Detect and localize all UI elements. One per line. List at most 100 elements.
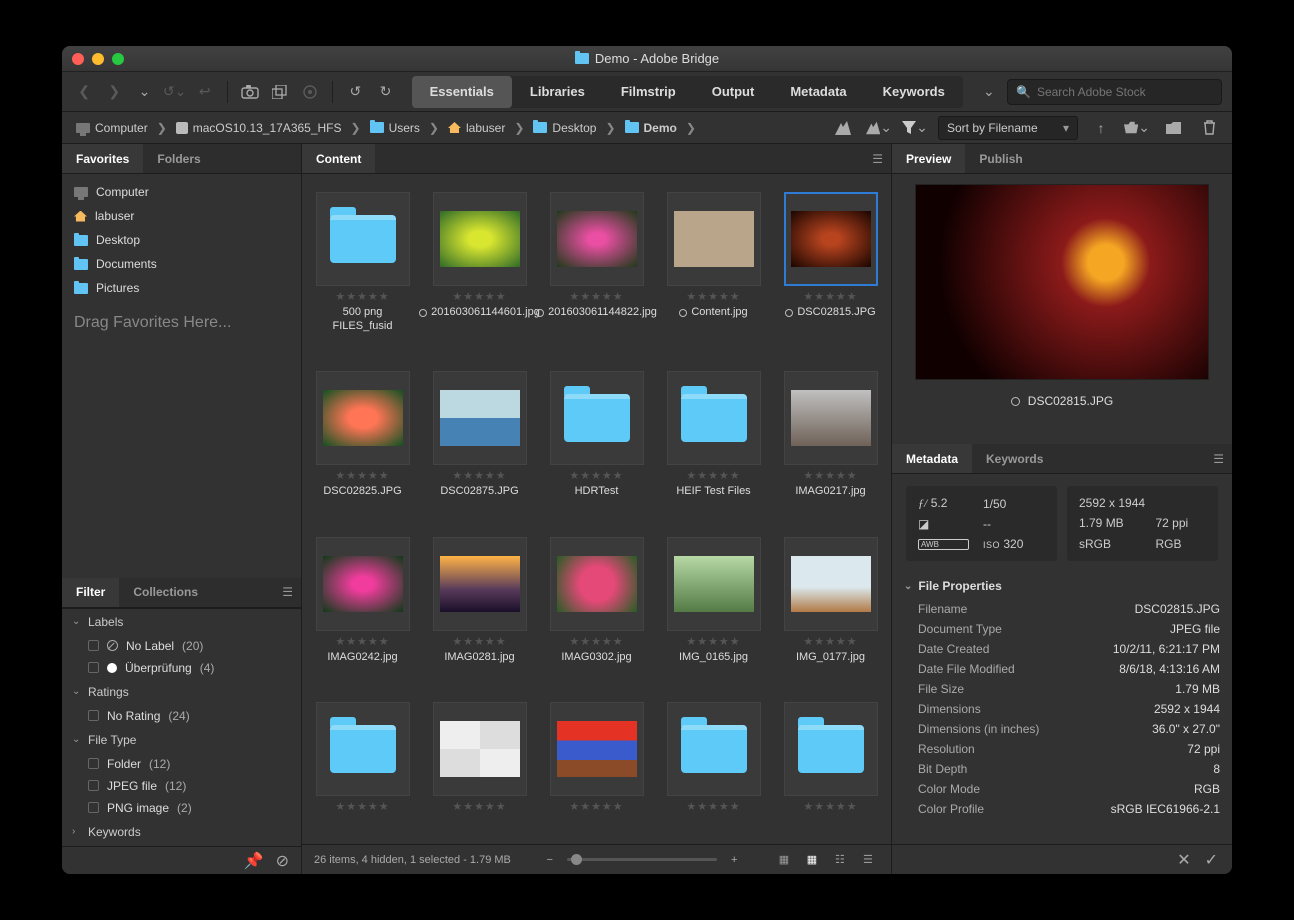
boomerang-button[interactable]: ↩ bbox=[193, 79, 217, 105]
rating-stars[interactable]: ★★★★★ bbox=[569, 469, 623, 482]
nav-parent-button[interactable]: ↺⌄ bbox=[163, 79, 187, 105]
rating-stars[interactable]: ★★★★★ bbox=[686, 635, 740, 648]
nav-back-button[interactable]: ❮ bbox=[72, 79, 96, 105]
metadata-apply-button[interactable]: ✓ bbox=[1205, 850, 1218, 870]
checkbox[interactable] bbox=[88, 802, 99, 813]
thumbnail-item[interactable]: ★★★★★ IMAG0281.jpg bbox=[429, 537, 530, 675]
rotate-ccw-button[interactable]: ↺ bbox=[343, 79, 367, 105]
tab-keywords[interactable]: Keywords bbox=[972, 444, 1057, 473]
filter-row[interactable]: JPEG file (12) bbox=[62, 775, 301, 797]
thumb-quality-dropdown[interactable]: ⌄ bbox=[866, 115, 892, 141]
breadcrumb-item[interactable]: labuser bbox=[444, 121, 509, 135]
favorite-item[interactable]: Computer bbox=[62, 180, 301, 204]
rating-stars[interactable]: ★★★★★ bbox=[335, 800, 389, 813]
rating-stars[interactable]: ★★★★★ bbox=[803, 469, 857, 482]
thumbnail-item[interactable]: ★★★★★ IMAG0302.jpg bbox=[546, 537, 647, 675]
filter-row[interactable]: Überprüfung (4) bbox=[62, 657, 301, 679]
rating-stars[interactable]: ★★★★★ bbox=[803, 290, 857, 303]
filter-row[interactable]: Folder (12) bbox=[62, 753, 301, 775]
rotate-cw-button[interactable]: ↻ bbox=[373, 79, 397, 105]
nav-forward-button[interactable]: ❯ bbox=[102, 79, 126, 105]
workspace-tab-keywords[interactable]: Keywords bbox=[865, 76, 963, 108]
rating-stars[interactable]: ★★★★★ bbox=[335, 635, 389, 648]
batch-button[interactable] bbox=[268, 79, 292, 105]
thumbnail-item[interactable]: ★★★★★ IMG_0177.jpg bbox=[780, 537, 881, 675]
delete-button[interactable] bbox=[1196, 115, 1222, 141]
workspace-tab-metadata[interactable]: Metadata bbox=[772, 76, 864, 108]
filter-funnel-button[interactable]: ⌄ bbox=[902, 115, 928, 141]
rating-stars[interactable]: ★★★★★ bbox=[686, 290, 740, 303]
filter-row[interactable]: No Label (20) bbox=[62, 635, 301, 657]
file-properties-header[interactable]: ⌄ File Properties bbox=[892, 573, 1232, 599]
tab-content[interactable]: Content bbox=[302, 144, 375, 173]
maximize-window-button[interactable] bbox=[112, 53, 124, 65]
filter-group-ratings[interactable]: ⌄Ratings bbox=[62, 679, 301, 705]
breadcrumb-item[interactable]: Demo bbox=[621, 121, 681, 135]
favorite-item[interactable]: labuser bbox=[62, 204, 301, 228]
rating-stars[interactable]: ★★★★★ bbox=[452, 290, 506, 303]
rating-stars[interactable]: ★★★★★ bbox=[569, 290, 623, 303]
rating-stars[interactable]: ★★★★★ bbox=[569, 800, 623, 813]
filter-group-filetype[interactable]: ⌄File Type bbox=[62, 727, 301, 753]
filter-row[interactable]: PNG image (2) bbox=[62, 797, 301, 819]
close-window-button[interactable] bbox=[72, 53, 84, 65]
thumbnail-item[interactable]: ★★★★★ bbox=[546, 702, 647, 826]
view-details-button[interactable]: ☷ bbox=[829, 852, 851, 868]
open-recent-button[interactable]: ⌄ bbox=[1124, 115, 1150, 141]
checkbox[interactable] bbox=[88, 758, 99, 769]
tab-favorites[interactable]: Favorites bbox=[62, 144, 143, 173]
pin-icon[interactable]: 📌 bbox=[244, 851, 264, 871]
rating-stars[interactable]: ★★★★★ bbox=[803, 635, 857, 648]
thumbnail-item[interactable]: ★★★★★ HEIF Test Files bbox=[663, 371, 764, 509]
thumbnail-item[interactable]: ★★★★★ 201603061144601.jpg bbox=[429, 192, 530, 343]
rating-stars[interactable]: ★★★★★ bbox=[686, 800, 740, 813]
workspace-tab-libraries[interactable]: Libraries bbox=[512, 76, 603, 108]
view-thumbnails-button[interactable]: ▦ bbox=[773, 852, 795, 868]
thumbnail-item[interactable]: ★★★★★ bbox=[429, 702, 530, 826]
filter-panel-menu-icon[interactable]: ☰ bbox=[282, 585, 293, 599]
tab-collections[interactable]: Collections bbox=[119, 578, 212, 607]
breadcrumb-item[interactable]: Desktop bbox=[529, 121, 600, 135]
breadcrumb-item[interactable]: Computer bbox=[72, 121, 152, 135]
thumbnail-item[interactable]: ★★★★★ IMAG0242.jpg bbox=[312, 537, 413, 675]
thumbnail-item[interactable]: ★★★★★ Content.jpg bbox=[663, 192, 764, 343]
nav-recent-dropdown[interactable]: ⌄ bbox=[132, 79, 156, 105]
rating-stars[interactable]: ★★★★★ bbox=[335, 290, 389, 303]
preview-image[interactable] bbox=[915, 184, 1209, 380]
thumb-quality-button[interactable] bbox=[830, 115, 856, 141]
tab-metadata[interactable]: Metadata bbox=[892, 444, 972, 473]
camera-import-button[interactable] bbox=[238, 79, 262, 105]
filter-group-labels[interactable]: ⌄Labels bbox=[62, 609, 301, 635]
tab-filter[interactable]: Filter bbox=[62, 578, 119, 607]
thumbnail-item[interactable]: ★★★★★ bbox=[312, 702, 413, 826]
workspace-tab-filmstrip[interactable]: Filmstrip bbox=[603, 76, 694, 108]
rating-stars[interactable]: ★★★★★ bbox=[335, 469, 389, 482]
checkbox[interactable] bbox=[88, 640, 99, 651]
minimize-window-button[interactable] bbox=[92, 53, 104, 65]
thumbnail-item[interactable]: ★★★★★ DSC02815.JPG bbox=[780, 192, 881, 343]
breadcrumb-item[interactable]: Users bbox=[366, 121, 424, 135]
sort-select[interactable]: Sort by Filename bbox=[938, 116, 1078, 140]
new-folder-button[interactable] bbox=[1160, 115, 1186, 141]
rating-stars[interactable]: ★★★★★ bbox=[452, 635, 506, 648]
thumbnail-item[interactable]: ★★★★★ bbox=[663, 702, 764, 826]
breadcrumb-item[interactable]: macOS10.13_17A365_HFS bbox=[172, 121, 346, 135]
thumbnail-item[interactable]: ★★★★★ HDRTest bbox=[546, 371, 647, 509]
zoom-in-button[interactable]: + bbox=[731, 854, 737, 866]
workspace-tab-output[interactable]: Output bbox=[694, 76, 773, 108]
tab-publish[interactable]: Publish bbox=[965, 144, 1036, 173]
sort-direction-button[interactable]: ↑ bbox=[1088, 115, 1114, 141]
tab-preview[interactable]: Preview bbox=[892, 144, 965, 173]
rating-stars[interactable]: ★★★★★ bbox=[803, 800, 857, 813]
workspace-menu-dropdown[interactable]: ⌄ bbox=[977, 79, 1001, 105]
rating-stars[interactable]: ★★★★★ bbox=[686, 469, 740, 482]
checkbox[interactable] bbox=[88, 710, 99, 721]
thumbnail-item[interactable]: ★★★★★ IMAG0217.jpg bbox=[780, 371, 881, 509]
view-thumbnails-lock-button[interactable]: ▦ bbox=[801, 852, 823, 868]
thumbnail-item[interactable]: ★★★★★ IMG_0165.jpg bbox=[663, 537, 764, 675]
favorite-item[interactable]: Documents bbox=[62, 252, 301, 276]
tab-folders[interactable]: Folders bbox=[143, 144, 214, 173]
camera-raw-button[interactable] bbox=[298, 79, 322, 105]
workspace-tab-essentials[interactable]: Essentials bbox=[412, 76, 512, 108]
thumbnail-size-slider[interactable] bbox=[567, 858, 717, 861]
